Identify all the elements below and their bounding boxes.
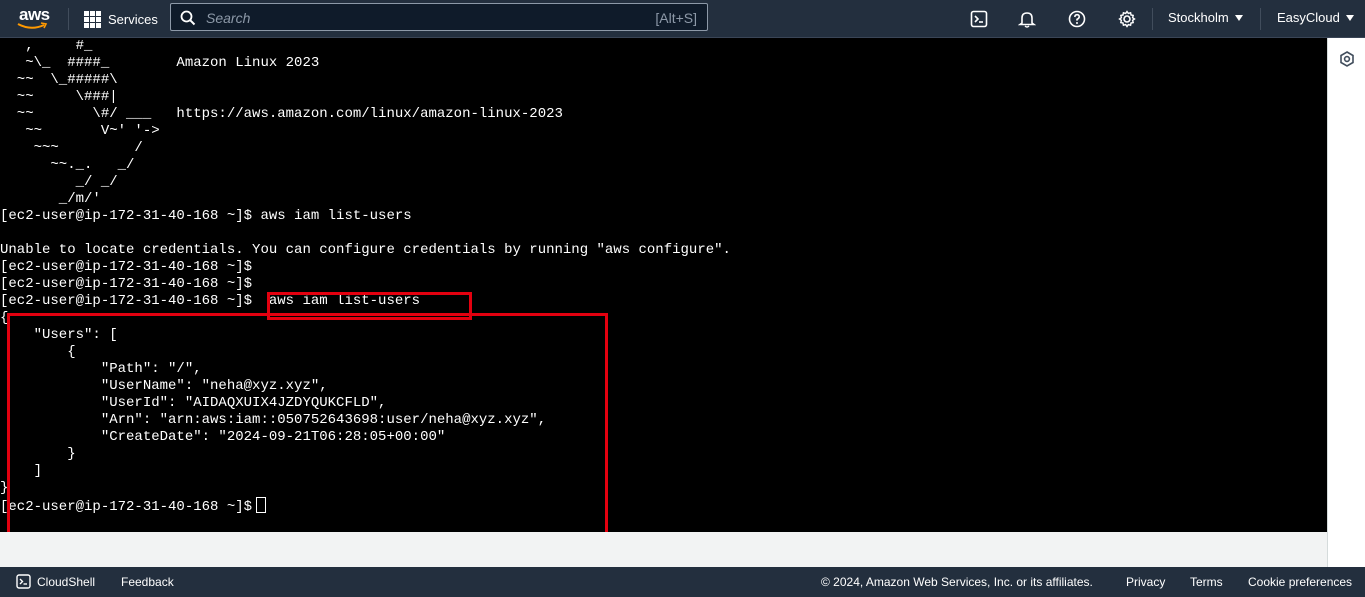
cloudshell-button[interactable]: CloudShell xyxy=(16,574,95,589)
footer: CloudShell Feedback © 2024, Amazon Web S… xyxy=(0,567,1365,597)
cloudshell-icon[interactable] xyxy=(968,8,990,30)
terminal-line: ~~ \_#####\ xyxy=(0,72,118,88)
highlight-output-box xyxy=(7,313,608,532)
cloudshell-label: CloudShell xyxy=(37,574,96,589)
caret-down-icon xyxy=(1234,14,1243,21)
terminal-footer-area xyxy=(0,532,1327,567)
search-icon xyxy=(180,10,196,26)
services-label: Services xyxy=(108,11,158,27)
terminal-line: ~~ V~' '-> xyxy=(0,123,160,139)
top-navigation: aws Services Search [Alt+S] Stockholm Ea… xyxy=(0,0,1365,38)
terminal-line: [ec2-user@ip-172-31-40-168 ~]$ aws iam l… xyxy=(0,208,412,224)
privacy-link[interactable]: Privacy xyxy=(1126,575,1165,589)
aws-logo[interactable]: aws xyxy=(17,5,51,31)
region-selector[interactable]: Stockholm xyxy=(1168,10,1243,25)
terminal-line: [ec2-user@ip-172-31-40-168 ~]$ xyxy=(0,276,253,292)
terminal-line: [ec2-user@ip-172-31-40-168 ~]$ xyxy=(0,259,253,275)
divider xyxy=(1152,8,1153,30)
aws-smile-icon xyxy=(17,22,48,29)
terminal-line: ~~~ / xyxy=(0,140,143,156)
help-icon[interactable] xyxy=(1066,8,1088,30)
settings-hex-icon[interactable] xyxy=(1339,51,1355,67)
terminal-line: _/m/' xyxy=(0,191,101,207)
grid-icon xyxy=(84,10,101,28)
region-label: Stockholm xyxy=(1168,10,1229,25)
terminal-line: ~~._. _/ xyxy=(0,157,135,173)
cloudshell-terminal[interactable]: , #_ ~\_ ####_ Amazon Linux 2023 ~~ \_##… xyxy=(0,38,1327,532)
cloudshell-icon xyxy=(16,574,31,589)
account-menu[interactable]: EasyCloud xyxy=(1277,10,1354,25)
terminal-line: ~~ \###| xyxy=(0,89,118,105)
bell-icon[interactable] xyxy=(1016,8,1038,30)
services-menu-button[interactable]: Services xyxy=(84,9,158,29)
search-shortcut: [Alt+S] xyxy=(655,10,697,26)
divider xyxy=(1260,8,1261,30)
divider xyxy=(68,8,69,30)
terminal-line: ~~ \#/ ___ https://aws.amazon.com/linux/… xyxy=(0,106,563,122)
gear-icon[interactable] xyxy=(1116,8,1138,30)
caret-down-icon xyxy=(1345,14,1354,21)
terminal-line: ~\_ ####_ Amazon Linux 2023 xyxy=(0,55,320,71)
search-placeholder: Search xyxy=(206,10,251,26)
terminal-line: Unable to locate credentials. You can co… xyxy=(0,242,731,258)
account-label: EasyCloud xyxy=(1277,10,1340,25)
feedback-link[interactable]: Feedback xyxy=(121,575,174,589)
copyright-text: © 2024, Amazon Web Services, Inc. or its… xyxy=(821,575,1093,589)
search-input[interactable]: Search [Alt+S] xyxy=(170,3,708,31)
terminal-line: _/ _/ xyxy=(0,174,118,190)
cookie-preferences-link[interactable]: Cookie preferences xyxy=(1248,575,1352,589)
terms-link[interactable]: Terms xyxy=(1190,575,1223,589)
terminal-line: , #_ xyxy=(0,38,93,54)
right-rail xyxy=(1327,38,1365,567)
